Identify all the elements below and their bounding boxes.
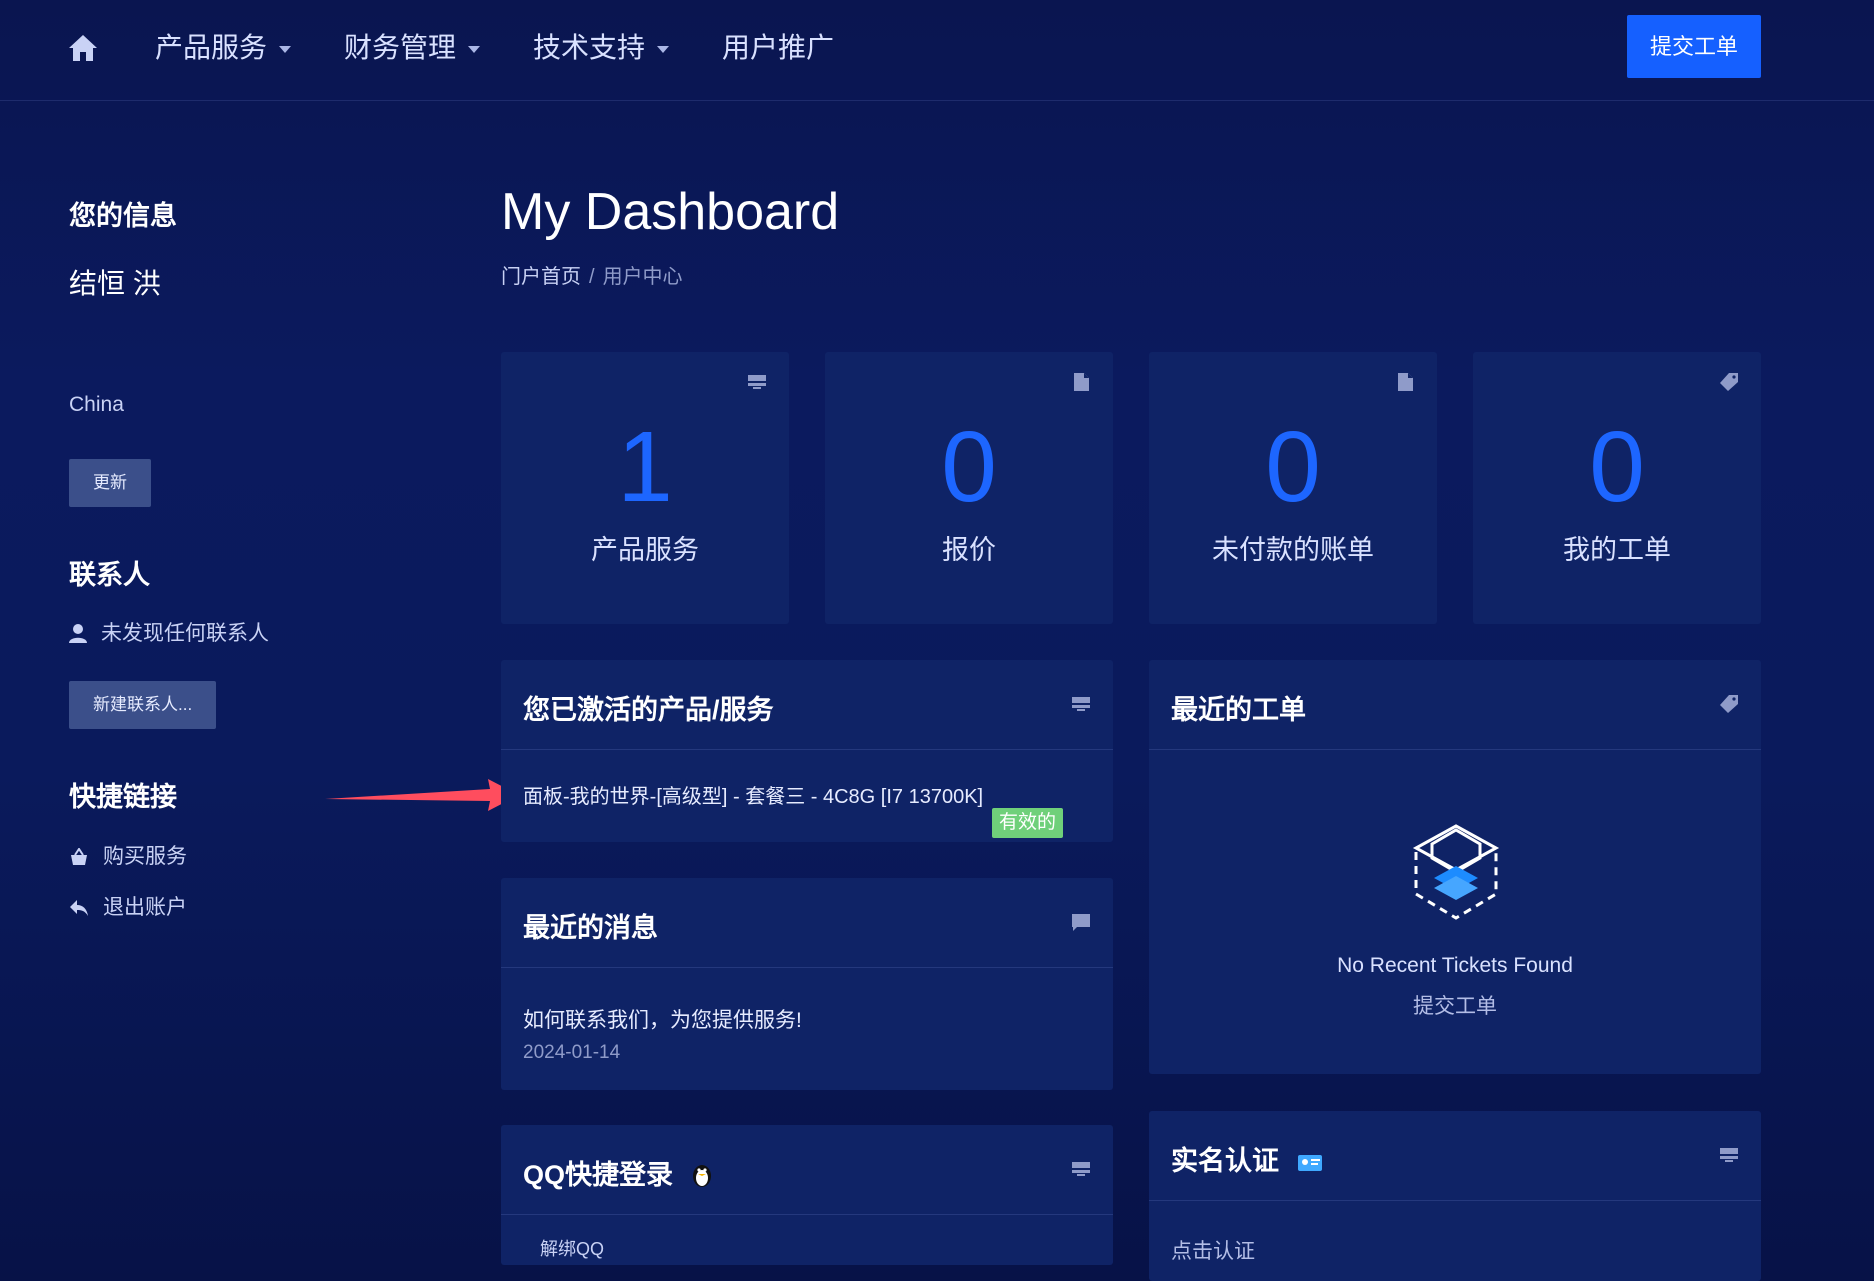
tile-services-count: 1 <box>617 411 673 523</box>
news-item-link[interactable]: 如何联系我们，为您提供服务! <box>523 1004 802 1034</box>
shortcut-logout[interactable]: 退出账户 <box>69 891 187 921</box>
reply-arrow-icon <box>70 900 88 916</box>
document-icon <box>1074 373 1089 391</box>
breadcrumb: 门户首页 / 用户中心 <box>501 266 683 288</box>
unbind-qq-link[interactable]: 解绑QQ <box>540 1235 604 1261</box>
tile-tickets-label: 我的工单 <box>1563 535 1671 565</box>
nav-support[interactable]: 技术支持 <box>533 28 670 68</box>
qq-login-title: QQ快捷登录 <box>523 1153 713 1192</box>
server-icon <box>1720 1148 1738 1162</box>
tile-unpaid-invoices[interactable]: 0 未付款的账单 <box>1149 352 1437 624</box>
user-name: 结恒 洪 <box>69 268 161 299</box>
tile-quotes[interactable]: 0 报价 <box>825 352 1113 624</box>
nav-affiliate[interactable]: 用户推广 <box>722 28 834 68</box>
top-nav: 产品服务 财务管理 技术支持 用户推广 提交工单 <box>0 0 1874 101</box>
user-icon <box>69 624 87 643</box>
service-item-link[interactable]: 面板-我的世界-[高级型] - 套餐三 - 4C8G [I7 13700K] <box>523 780 983 809</box>
tile-services-label: 产品服务 <box>591 535 699 565</box>
breadcrumb-current: 用户中心 <box>602 266 683 288</box>
page-title: My Dashboard <box>501 183 840 241</box>
tile-tickets[interactable]: 0 我的工单 <box>1473 352 1761 624</box>
qq-login-panel: QQ快捷登录 解绑QQ <box>501 1125 1113 1265</box>
qq-penguin-icon <box>692 1165 711 1187</box>
your-info-heading: 您的信息 <box>69 201 177 231</box>
tile-services[interactable]: 1 产品服务 <box>501 352 789 624</box>
tag-icon <box>1720 695 1738 713</box>
tile-unpaid-count: 0 <box>1265 411 1321 523</box>
comment-icon <box>1072 914 1090 931</box>
shortcut-buy-service[interactable]: 购买服务 <box>69 840 187 870</box>
submit-ticket-button[interactable]: 提交工单 <box>1627 15 1761 78</box>
tile-quotes-label: 报价 <box>942 535 996 565</box>
tile-unpaid-label: 未付款的账单 <box>1212 535 1374 565</box>
shortcuts-heading: 快捷链接 <box>69 782 177 812</box>
server-icon <box>748 375 766 389</box>
user-country: China <box>69 393 124 416</box>
tile-tickets-count: 0 <box>1589 411 1645 523</box>
open-ticket-link[interactable]: 提交工单 <box>1149 990 1761 1020</box>
contacts-heading: 联系人 <box>69 560 150 590</box>
real-name-panel: 实名认证 点击认证 <box>1149 1111 1761 1281</box>
home-icon[interactable] <box>67 32 99 64</box>
caret-down-icon <box>657 46 670 54</box>
caret-down-icon <box>468 46 481 54</box>
document-icon <box>1398 373 1413 391</box>
nav-products[interactable]: 产品服务 <box>155 28 292 68</box>
tile-quotes-count: 0 <box>941 411 997 523</box>
server-icon <box>1072 697 1090 711</box>
recent-news-title: 最近的消息 <box>523 913 658 943</box>
no-tickets-text: No Recent Tickets Found <box>1337 954 1573 977</box>
basket-icon <box>71 847 87 865</box>
status-badge: 有效的 <box>992 808 1064 838</box>
recent-tickets-panel: 最近的工单 No Recent Tickets Found 提交工单 <box>1149 660 1761 1074</box>
new-contact-button[interactable]: 新建联系人... <box>69 681 217 729</box>
real-name-title: 实名认证 <box>1171 1139 1323 1178</box>
empty-inbox-icon <box>1412 824 1500 920</box>
active-services-panel: 您已激活的产品/服务 面板-我的世界-[高级型] - 套餐三 - 4C8G [I… <box>501 660 1113 842</box>
id-card-icon <box>1297 1155 1322 1171</box>
recent-tickets-title: 最近的工单 <box>1171 695 1306 725</box>
server-icon <box>1072 1162 1090 1176</box>
caret-down-icon <box>279 46 292 54</box>
verify-link[interactable]: 点击认证 <box>1171 1235 1255 1265</box>
recent-news-panel: 最近的消息 如何联系我们，为您提供服务! 2024-01-14 <box>501 878 1113 1090</box>
update-button[interactable]: 更新 <box>69 459 151 507</box>
news-item-date: 2024-01-14 <box>523 1042 621 1063</box>
nav-finance[interactable]: 财务管理 <box>344 28 481 68</box>
no-contacts-text: 未发现任何联系人 <box>69 617 269 647</box>
active-services-title: 您已激活的产品/服务 <box>523 695 774 725</box>
tag-icon <box>1720 373 1738 391</box>
breadcrumb-home-link[interactable]: 门户首页 <box>501 266 581 288</box>
annotation-arrow-icon <box>325 779 519 811</box>
